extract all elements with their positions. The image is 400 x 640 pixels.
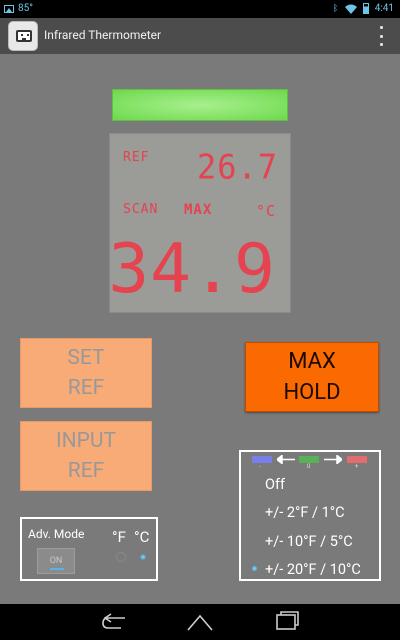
tolerance-option-off[interactable]: Off	[265, 476, 285, 493]
legend-minus-label: -	[259, 463, 261, 470]
battery-icon	[362, 3, 369, 14]
thermometer-face-icon	[16, 30, 32, 42]
tolerance-option-20f[interactable]: +/- 20°F / 10°C	[265, 561, 361, 578]
temperature-reading: 34.9	[108, 230, 276, 309]
home-icon[interactable]	[185, 610, 215, 634]
tolerance-panel: - 0 + Off +/- 2°F / 1°C +/- 10°F / 5°C +…	[239, 450, 381, 581]
adv-mode-toggle[interactable]: ON	[37, 548, 75, 574]
navigation-bar	[0, 604, 400, 640]
unit-f-radio[interactable]	[116, 552, 126, 562]
unit-c-radio[interactable]	[138, 552, 148, 562]
tolerance-option-10f[interactable]: +/- 10°F / 5°C	[265, 533, 353, 550]
adv-mode-label: Adv. Mode	[28, 527, 85, 541]
scan-label: SCAN	[123, 202, 159, 217]
recent-apps-icon[interactable]	[271, 610, 301, 634]
status-bar: 85° ᛒ 4:41	[0, 0, 400, 18]
notification-text: 85°	[18, 3, 33, 14]
tolerance-radio-selected[interactable]	[250, 564, 259, 573]
legend-zero-label: 0	[307, 463, 311, 470]
legend-cold-swatch	[252, 456, 272, 463]
overflow-menu-icon[interactable]	[378, 26, 384, 46]
adv-mode-panel: Adv. Mode ON °F °C	[20, 517, 158, 581]
legend-hot-swatch	[347, 456, 367, 463]
clock: 4:41	[374, 3, 394, 14]
arrow-right-icon	[324, 455, 342, 464]
unit-f-label: °F	[112, 528, 126, 546]
ref-label: REF	[123, 150, 150, 165]
action-bar: Infrared Thermometer	[0, 18, 400, 54]
app-title: Infrared Thermometer	[44, 28, 162, 42]
set-ref-button[interactable]: SET REF	[20, 338, 152, 408]
lcd-display: REF 26.7 SCAN MAX °C 34.9	[108, 133, 291, 313]
legend-plus-label: +	[355, 463, 359, 470]
max-hold-button[interactable]: MAX HOLD	[245, 342, 379, 412]
screen: 85° ᛒ 4:41 Infrared Thermometer REF 26.7…	[0, 0, 400, 640]
back-icon[interactable]	[99, 610, 129, 634]
input-ref-button[interactable]: INPUT REF	[20, 421, 152, 491]
image-notification-icon	[4, 4, 14, 13]
ref-value: 26.7	[196, 147, 278, 187]
status-indicator	[112, 89, 288, 121]
bluetooth-icon: ᛒ	[332, 3, 339, 14]
app-icon[interactable]	[8, 21, 38, 51]
max-mode-label: MAX	[184, 202, 213, 218]
unit-label: °C	[255, 202, 276, 220]
arrow-left-icon	[277, 455, 295, 464]
status-left: 85°	[4, 3, 33, 14]
wifi-icon	[344, 4, 357, 14]
legend-neutral-swatch	[299, 456, 319, 463]
tolerance-option-2f[interactable]: +/- 2°F / 1°C	[265, 504, 345, 521]
unit-c-label: °C	[134, 528, 150, 546]
status-right: ᛒ 4:41	[333, 3, 394, 14]
